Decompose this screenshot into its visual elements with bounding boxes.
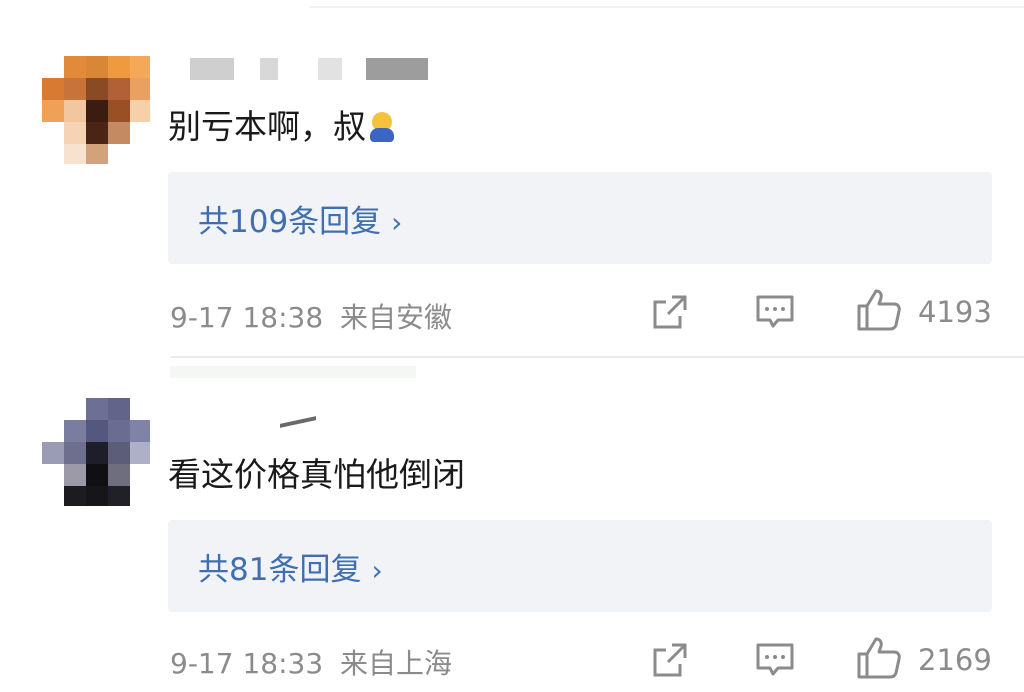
share-button[interactable] xyxy=(650,292,690,332)
comment-button[interactable] xyxy=(754,292,796,332)
comment-meta: 9-17 18:33 来自上海 xyxy=(170,642,452,682)
view-replies-button[interactable]: 共81条回复 › xyxy=(168,520,992,612)
share-icon xyxy=(653,643,687,677)
like-button[interactable] xyxy=(856,636,902,680)
comment-icon xyxy=(756,643,794,676)
like-count: 2169 xyxy=(918,643,992,677)
timestamp: 9-17 18:38 xyxy=(170,301,324,334)
thumbs-up-icon xyxy=(857,637,901,679)
comment-divider xyxy=(170,356,1024,358)
comment-button[interactable] xyxy=(754,640,796,680)
like-button[interactable] xyxy=(856,288,902,332)
share-button[interactable] xyxy=(650,640,690,680)
replies-count-label: 共109条回复 xyxy=(198,204,382,240)
chevron-right-icon: › xyxy=(391,206,403,239)
avatar[interactable] xyxy=(42,398,150,506)
location: 来自上海 xyxy=(340,647,453,680)
comment-text: 看这价格真怕他倒闭 xyxy=(168,448,465,496)
comment-text-content: 看这价格真怕他倒闭 xyxy=(168,455,465,494)
chevron-right-icon: › xyxy=(371,554,383,587)
location: 来自安徽 xyxy=(340,301,453,334)
comment-text-content: 别亏本啊，叔 xyxy=(168,107,366,146)
avatar[interactable] xyxy=(42,56,150,164)
like-count: 4193 xyxy=(918,295,992,329)
comment-text: 别亏本啊，叔 xyxy=(168,100,396,148)
share-icon xyxy=(653,295,687,329)
top-divider xyxy=(310,6,1024,8)
crying-figure-emoji-icon xyxy=(368,110,396,142)
comment-icon xyxy=(756,295,794,328)
comment-meta: 9-17 18:38 来自安徽 xyxy=(170,296,452,336)
thumbs-up-icon xyxy=(857,289,901,331)
replies-count-label: 共81条回复 xyxy=(198,552,362,588)
faint-line xyxy=(170,366,416,378)
view-replies-button[interactable]: 共109条回复 › xyxy=(168,172,992,264)
timestamp: 9-17 18:33 xyxy=(170,647,324,680)
